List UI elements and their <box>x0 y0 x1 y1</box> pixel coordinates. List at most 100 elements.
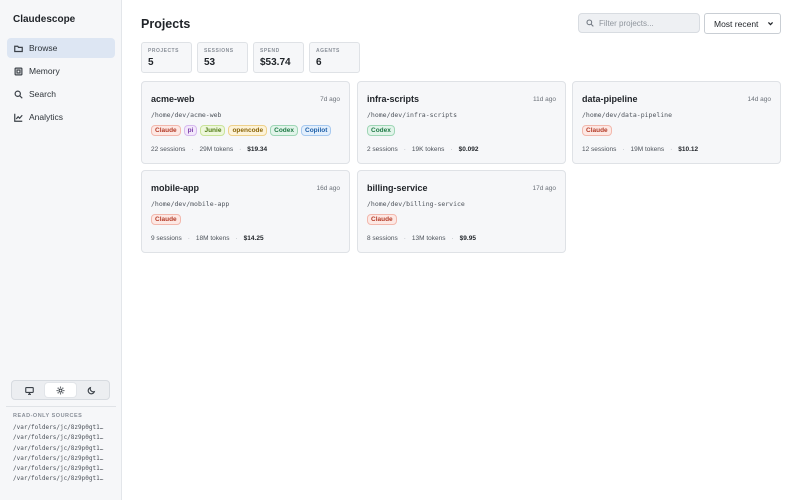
agent-tags: Claude <box>367 214 400 225</box>
sidebar-item-label: Browse <box>29 43 58 53</box>
stat-value: 53 <box>204 57 216 68</box>
project-cost: $0.092 <box>458 146 479 153</box>
token-count: 13M tokens <box>411 235 446 242</box>
search-icon <box>13 89 23 99</box>
chevron-down-icon <box>767 22 774 26</box>
sources-title: READ-ONLY SOURCES <box>13 413 83 419</box>
source-path: /var/folders/jc/8z9p0gt1… <box>13 475 104 483</box>
project-cost: $19.34 <box>247 146 268 153</box>
sidebar-nav: Browse Memory Search Analytics <box>7 38 115 130</box>
agent-tag: Claude <box>151 125 181 136</box>
project-name: data-pipeline <box>582 94 638 104</box>
project-name: billing-service <box>367 183 428 193</box>
project-card[interactable]: mobile-app 16d ago /home/dev/mobile-app … <box>141 170 350 253</box>
source-path: /var/folders/jc/8z9p0gt1… <box>13 454 104 462</box>
agent-tags: Claude <box>582 125 615 136</box>
sort-selected-label: Most recent <box>714 18 759 29</box>
sidebar-item-search[interactable]: Search <box>7 84 115 104</box>
session-count: 22 sessions <box>151 146 186 153</box>
token-count: 29M tokens <box>199 146 234 153</box>
stat-label: AGENTS <box>316 48 340 54</box>
theme-system-button[interactable] <box>14 383 45 397</box>
agent-tag: Codex <box>270 125 299 136</box>
theme-dark-button[interactable] <box>76 383 107 397</box>
sidebar: Claudescope Browse Memory Search Analyti… <box>0 0 122 500</box>
search-box[interactable] <box>578 13 700 33</box>
session-count: 2 sessions <box>367 146 398 153</box>
stat-value: 6 <box>316 57 322 68</box>
sidebar-item-analytics[interactable]: Analytics <box>7 107 115 127</box>
stat-value: 5 <box>148 57 154 68</box>
project-card[interactable]: data-pipeline 14d ago /home/dev/data-pip… <box>572 81 781 164</box>
project-path: /home/dev/data-pipeline <box>582 111 673 119</box>
project-meta: 12 sessions · 19M tokens · $10.12 <box>582 146 699 153</box>
folder-icon <box>13 43 23 53</box>
agent-tags: Claude <box>151 214 184 225</box>
agent-tag: Claude <box>582 125 612 136</box>
agent-tags: Claude pi Junie opencode Codex Copilot <box>151 125 334 136</box>
project-meta: 8 sessions · 13M tokens · $9.95 <box>367 235 476 242</box>
sidebar-item-memory[interactable]: Memory <box>7 61 115 81</box>
source-path: /var/folders/jc/8z9p0gt1… <box>13 424 104 431</box>
project-card[interactable]: billing-service 17d ago /home/dev/billin… <box>357 170 566 253</box>
page-title: Projects <box>141 17 191 31</box>
project-meta: 22 sessions · 29M tokens · $19.34 <box>151 146 268 153</box>
agent-tag: pi <box>183 125 198 136</box>
agent-tags: Codex <box>367 125 398 136</box>
sort-select[interactable]: Most recent <box>704 13 781 34</box>
memory-icon <box>13 66 23 76</box>
project-meta: 9 sessions · 18M tokens · $14.25 <box>151 235 264 242</box>
agent-tag: Copilot <box>301 125 332 136</box>
project-cost: $10.12 <box>678 146 699 153</box>
token-count: 19M tokens <box>630 146 665 153</box>
theme-toggle <box>11 380 110 400</box>
sidebar-item-label: Analytics <box>29 112 64 122</box>
project-path: /home/dev/infra-scripts <box>367 111 458 119</box>
sidebar-item-label: Search <box>29 89 56 99</box>
project-name: acme-web <box>151 94 195 104</box>
agent-tag: Claude <box>151 214 181 225</box>
monitor-icon <box>25 386 34 395</box>
main-content: Projects Most recent PROJECTS 5 SESSIONS… <box>123 0 800 500</box>
chart-icon <box>13 112 23 122</box>
source-path: /var/folders/jc/8z9p0gt1… <box>13 444 104 452</box>
project-cost: $14.25 <box>243 235 264 242</box>
app-name: Claudescope <box>13 14 76 25</box>
stat-label: PROJECTS <box>148 48 179 54</box>
theme-light-button[interactable] <box>45 383 76 397</box>
agent-tag: Codex <box>367 125 395 136</box>
project-cost: $9.95 <box>459 235 476 242</box>
search-input[interactable] <box>599 18 694 28</box>
agent-tag: Junie <box>200 125 226 136</box>
project-path: /home/dev/billing-service <box>367 200 465 208</box>
project-age: 16d ago <box>316 185 341 192</box>
project-meta: 2 sessions · 19K tokens · $0.092 <box>367 146 479 153</box>
source-path: /var/folders/jc/8z9p0gt1… <box>13 434 104 442</box>
moon-icon <box>87 386 96 394</box>
project-age: 17d ago <box>532 185 557 192</box>
project-path: /home/dev/acme-web <box>151 111 222 119</box>
project-name: mobile-app <box>151 183 200 193</box>
stats-row: PROJECTS 5 SESSIONS 53 SPEND $53.74 AGEN… <box>141 42 365 73</box>
project-age: 11d ago <box>532 96 556 103</box>
project-age: 14d ago <box>747 96 772 103</box>
project-age: 7d ago <box>320 96 340 103</box>
session-count: 9 sessions <box>151 235 182 242</box>
source-path: /var/folders/jc/8z9p0gt1… <box>13 465 104 473</box>
project-name: infra-scripts <box>367 94 420 104</box>
session-count: 8 sessions <box>367 235 398 242</box>
stat-value: $53.74 <box>260 57 291 68</box>
agent-tag: opencode <box>228 125 268 136</box>
project-card[interactable]: acme-web 7d ago /home/dev/acme-web Claud… <box>141 81 350 164</box>
search-icon <box>586 19 594 27</box>
session-count: 12 sessions <box>582 146 617 153</box>
sidebar-item-browse[interactable]: Browse <box>7 38 115 58</box>
token-count: 19K tokens <box>411 146 445 153</box>
stat-label: SPEND <box>260 48 280 54</box>
project-path: /home/dev/mobile-app <box>151 200 230 208</box>
project-card[interactable]: infra-scripts 11d ago /home/dev/infra-sc… <box>357 81 566 164</box>
sun-icon <box>56 386 65 394</box>
agent-tag: Claude <box>367 214 397 225</box>
stat-sessions: SESSIONS 53 <box>197 42 248 73</box>
sidebar-item-label: Memory <box>29 66 60 76</box>
